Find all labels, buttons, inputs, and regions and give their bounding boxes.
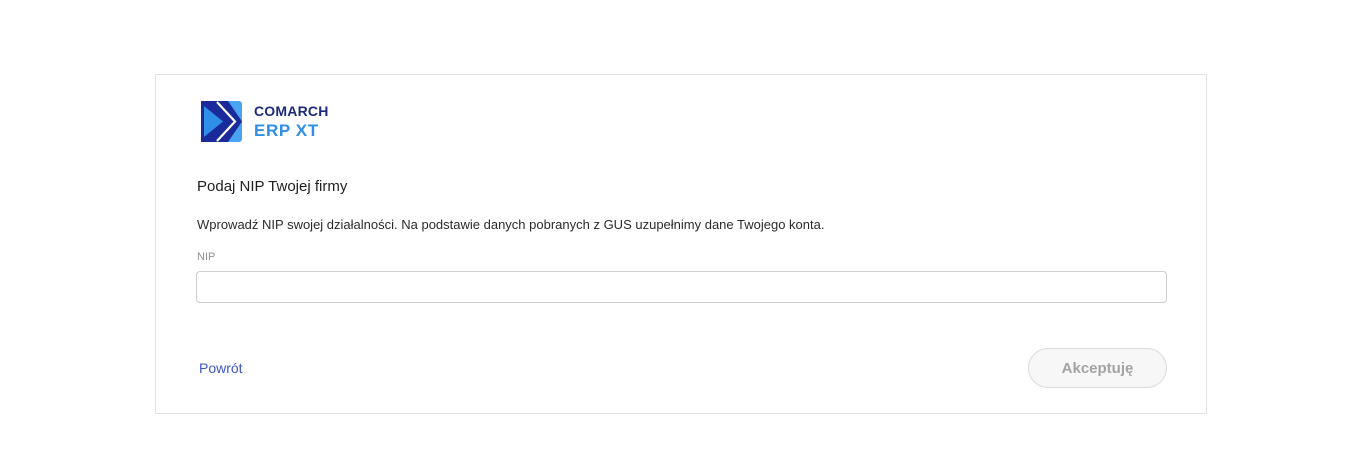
- accept-button[interactable]: Akceptuję: [1028, 348, 1167, 388]
- page-title: Podaj NIP Twojej firmy: [197, 178, 348, 195]
- comarch-logo: COMARCH ERP XT: [201, 101, 329, 142]
- back-link[interactable]: Powrót: [199, 360, 243, 376]
- nip-card: COMARCH ERP XT Podaj NIP Twojej firmy Wp…: [155, 74, 1207, 414]
- form-description: Wprowadź NIP swojej działalności. Na pod…: [197, 217, 825, 232]
- nip-label: NIP: [197, 251, 216, 263]
- logo-product-text: ERP XT: [254, 121, 319, 140]
- comarch-logo-icon: [201, 101, 242, 142]
- nip-input[interactable]: [196, 271, 1167, 303]
- logo-brand-text: COMARCH: [254, 103, 329, 119]
